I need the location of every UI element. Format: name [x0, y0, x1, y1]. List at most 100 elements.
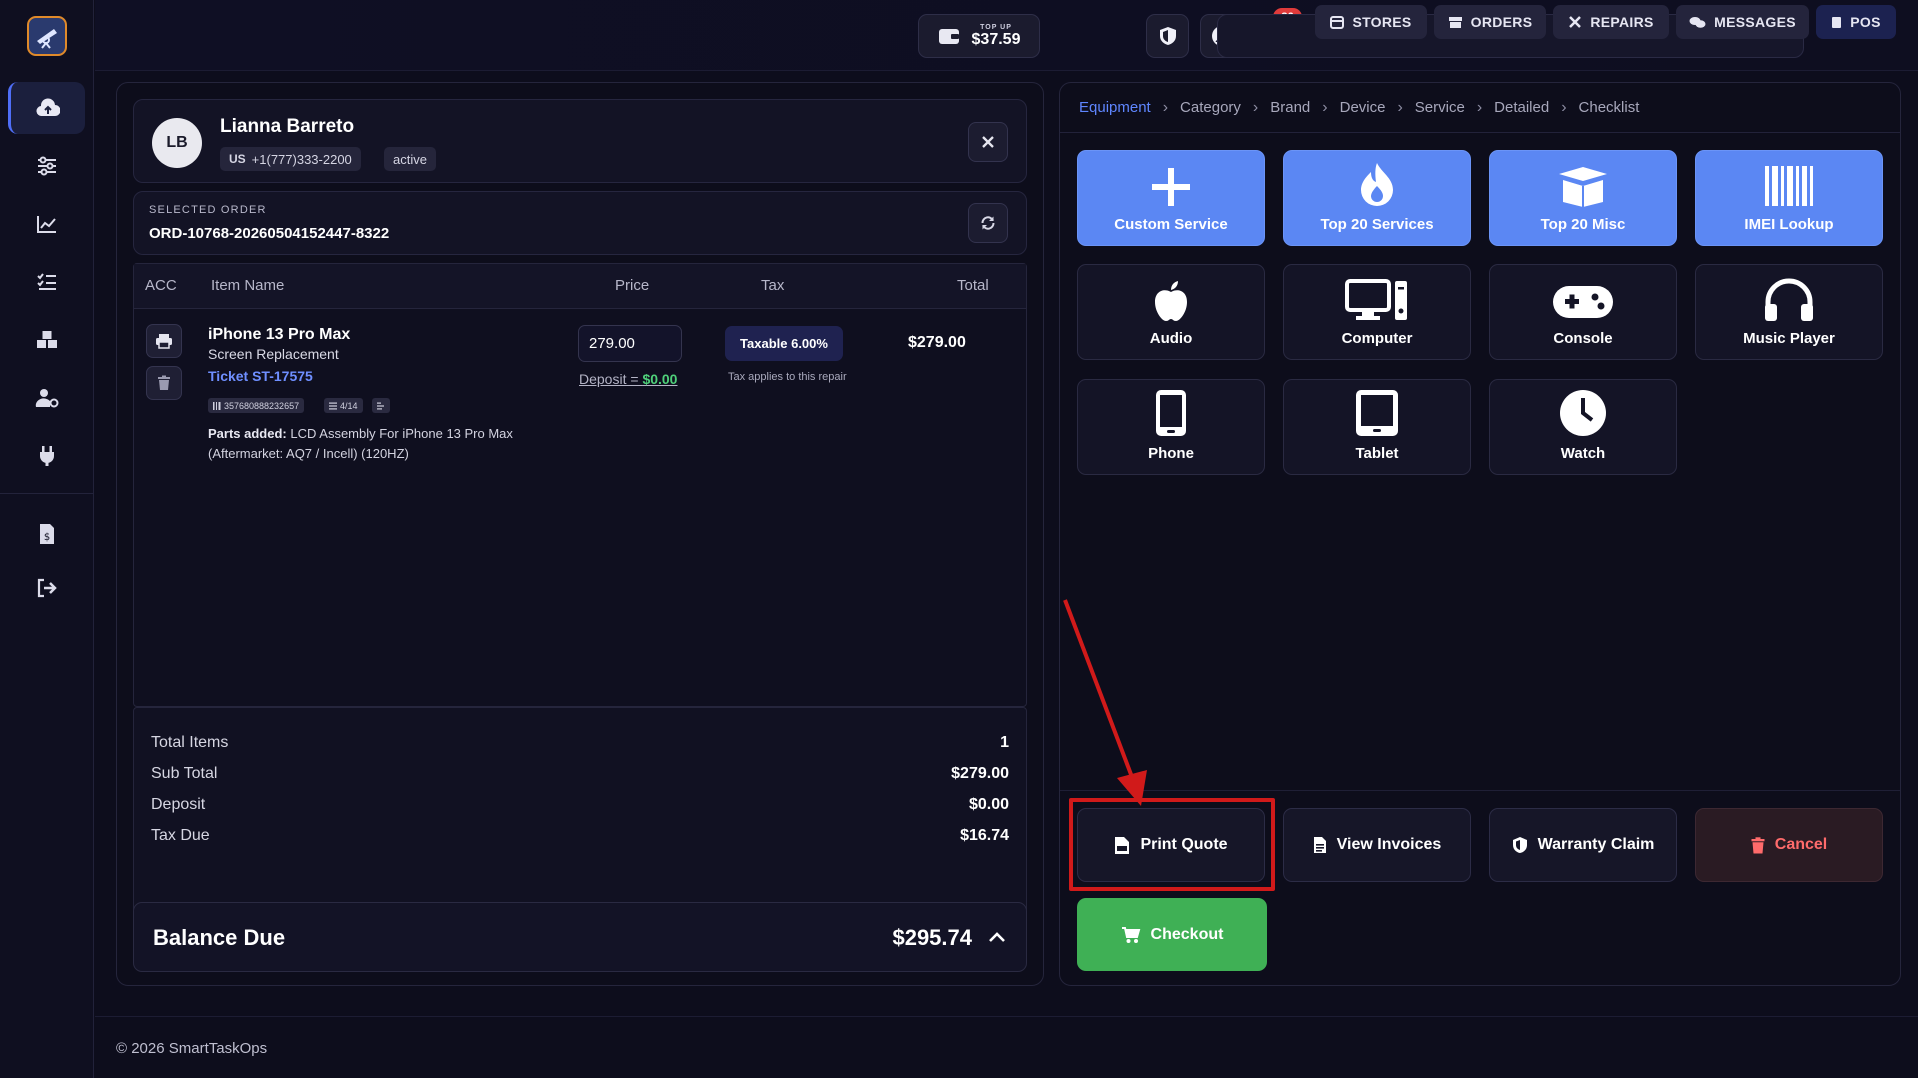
checklist-progress: 4/14	[340, 400, 358, 411]
total-items-label: Total Items	[151, 734, 229, 751]
svg-text:$: $	[43, 532, 49, 543]
category-audio-tile[interactable]: Audio	[1077, 264, 1265, 360]
category-music-player-tile[interactable]: Music Player	[1695, 264, 1883, 360]
checkout-button[interactable]: Checkout	[1077, 898, 1267, 971]
sidebar-item-inventory[interactable]	[8, 314, 85, 366]
shield-icon	[1159, 27, 1176, 45]
custom-service-label: Custom Service	[1114, 216, 1228, 233]
sub-total-value: $279.00	[951, 765, 1009, 782]
view-invoices-button[interactable]: View Invoices	[1283, 808, 1471, 882]
summary-tax-due: Tax Due $16.74	[151, 827, 1009, 845]
summary-deposit: Deposit $0.00	[151, 796, 1009, 814]
selected-order-label: SELECTED ORDER	[149, 204, 267, 216]
sidebar-item-integrations[interactable]	[8, 430, 85, 482]
sidebar-item-tasks[interactable]	[8, 256, 85, 308]
chevron-right-icon: ›	[1476, 98, 1483, 116]
wallet-topup-button[interactable]: TOP UP $37.59	[918, 14, 1040, 58]
deposit-link[interactable]: Deposit = $0.00	[579, 371, 677, 387]
nav-pos[interactable]: POS	[1816, 5, 1896, 39]
deposit-link-label: Deposit =	[579, 371, 643, 387]
top-20-misc-label: Top 20 Misc	[1540, 216, 1626, 233]
sub-total-label: Sub Total	[151, 765, 218, 782]
category-computer-label: Computer	[1341, 330, 1413, 347]
warranty-claim-button[interactable]: Warranty Claim	[1489, 808, 1677, 882]
category-tablet-tile[interactable]: Tablet	[1283, 379, 1471, 475]
delete-item-button[interactable]	[146, 366, 182, 400]
breadcrumb-device[interactable]: Device ›	[1340, 99, 1415, 117]
category-console-tile[interactable]: Console	[1489, 264, 1677, 360]
nav-repairs[interactable]: REPAIRS	[1553, 5, 1669, 39]
category-audio-label: Audio	[1149, 330, 1193, 347]
nav-stores-label: STORES	[1352, 14, 1412, 30]
order-panel: LB Lianna Barreto US +1(777)333-2200 act…	[116, 82, 1044, 986]
boxes-icon	[36, 331, 57, 348]
imei-value: 357680888232657	[224, 400, 300, 411]
breadcrumb-brand[interactable]: Brand ›	[1270, 99, 1339, 117]
parts-added-label: Parts added:	[208, 426, 287, 441]
deposit-label: Deposit	[151, 796, 206, 813]
imei-lookup-tile[interactable]: IMEI Lookup	[1695, 150, 1883, 246]
topup-label: TOP UP	[980, 23, 1012, 31]
category-watch-tile[interactable]: Watch	[1489, 379, 1677, 475]
category-phone-tile[interactable]: Phone	[1077, 379, 1265, 475]
total-items-value: 1	[1000, 734, 1009, 751]
cancel-button[interactable]: Cancel	[1695, 808, 1883, 882]
nav-stores[interactable]: STORES	[1315, 5, 1427, 39]
custom-service-tile[interactable]: Custom Service	[1077, 150, 1265, 246]
category-phone-label: Phone	[1148, 445, 1194, 462]
item-service: Screen Replacement	[208, 346, 339, 362]
nav-orders[interactable]: ORDERS	[1434, 5, 1546, 39]
order-summary: Total Items 1 Sub Total $279.00 Deposit …	[133, 707, 1027, 913]
tablet-icon	[1356, 390, 1398, 436]
parts-added: Parts added: LCD Assembly For iPhone 13 …	[208, 424, 548, 464]
chevron-right-icon: ›	[1397, 98, 1403, 116]
sliders-icon	[37, 156, 56, 176]
nav-repairs-label: REPAIRS	[1590, 14, 1654, 30]
breadcrumb-equipment-label: Equipment	[1079, 99, 1151, 116]
security-button[interactable]	[1146, 14, 1189, 58]
category-tablet-label: Tablet	[1355, 445, 1399, 462]
sidebar: $	[0, 0, 94, 1078]
plus-icon	[1152, 168, 1190, 206]
breadcrumb-equipment[interactable]: Equipment ›	[1079, 99, 1180, 117]
nav-orders-label: ORDERS	[1470, 14, 1533, 30]
plug-icon	[39, 446, 54, 466]
file-text-icon	[1313, 837, 1326, 853]
app-logo[interactable]	[27, 16, 67, 56]
refresh-order-button[interactable]	[968, 203, 1008, 243]
sidebar-item-users[interactable]	[8, 372, 85, 424]
top-20-misc-tile[interactable]: Top 20 Misc	[1489, 150, 1677, 246]
sidebar-item-logout[interactable]	[8, 562, 85, 614]
breadcrumb-category[interactable]: Category ›	[1180, 99, 1270, 117]
balance-due-bar[interactable]: Balance Due $295.74	[133, 902, 1027, 972]
cloud-upload-icon	[36, 98, 60, 117]
breadcrumb-service[interactable]: Service ›	[1415, 99, 1494, 117]
details-tag[interactable]	[372, 398, 390, 413]
barcode-icon	[213, 401, 221, 410]
breadcrumb-checklist[interactable]: Checklist	[1579, 99, 1640, 116]
balance-due-value: $295.74	[892, 925, 972, 950]
item-total: $279.00	[908, 334, 966, 351]
breadcrumb-service-label: Service	[1414, 99, 1465, 116]
price-input[interactable]	[578, 325, 682, 362]
col-tax: Tax	[761, 277, 785, 294]
item-name: iPhone 13 Pro Max	[208, 326, 351, 343]
breadcrumb-checklist-label: Checklist	[1578, 99, 1640, 116]
breadcrumb-category-label: Category	[1180, 99, 1241, 116]
breadcrumb-detailed[interactable]: Detailed ›	[1494, 99, 1578, 117]
taxable-toggle[interactable]: Taxable 6.00%	[725, 326, 843, 361]
store-icon	[1330, 15, 1345, 29]
category-computer-tile[interactable]: Computer	[1283, 264, 1471, 360]
remove-customer-button[interactable]	[968, 122, 1008, 162]
sidebar-item-billing[interactable]: $	[8, 508, 85, 560]
nav-messages[interactable]: MESSAGES	[1676, 5, 1809, 39]
ticket-link[interactable]: Ticket ST-17575	[208, 368, 313, 384]
refresh-icon	[981, 216, 995, 230]
chevron-up-icon[interactable]	[988, 931, 1006, 943]
top-20-services-tile[interactable]: Top 20 Services	[1283, 150, 1471, 246]
sidebar-item-settings[interactable]	[8, 140, 85, 192]
print-item-button[interactable]	[146, 324, 182, 358]
sidebar-item-analytics[interactable]	[8, 198, 85, 250]
summary-sub-total: Sub Total $279.00	[151, 765, 1009, 783]
sidebar-item-cloud[interactable]	[8, 82, 85, 134]
